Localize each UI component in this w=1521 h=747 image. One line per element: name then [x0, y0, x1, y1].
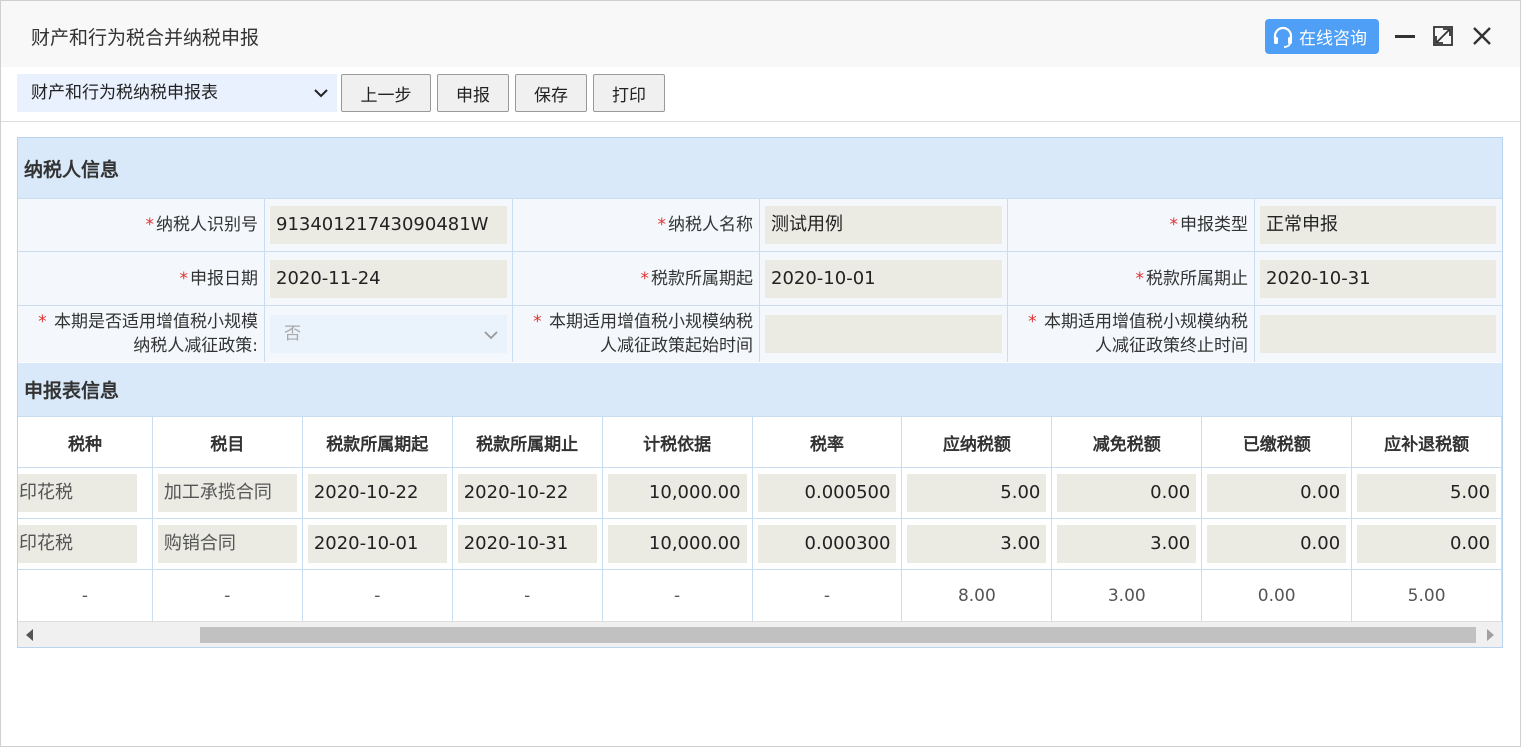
title-bar: 财产和行为税合并纳税申报 在线咨询	[1, 1, 1520, 67]
close-button[interactable]	[1469, 23, 1495, 49]
chevron-down-icon	[484, 331, 498, 340]
tax-paid-cell: 0.00	[1207, 525, 1347, 563]
scroll-left-icon[interactable]	[26, 629, 33, 641]
toolbar: 财产和行为税纳税申报表 上一步 申报 保存 打印	[1, 67, 1520, 122]
taxpayer-name-label: * 纳税人名称	[513, 199, 760, 251]
total-cell: -	[303, 570, 453, 621]
totals-row: - - - - - - 8.00 3.00 0.00 5.00	[18, 569, 1502, 621]
total-cell: 8.00	[902, 570, 1053, 621]
period-start-cell: 2020-10-01	[307, 525, 447, 563]
minimize-button[interactable]	[1392, 23, 1418, 49]
tax-payable-cell: 5.00	[907, 474, 1047, 512]
save-button[interactable]: 保存	[515, 74, 587, 112]
scroll-right-icon[interactable]	[1487, 629, 1494, 641]
policy-end-field	[1260, 315, 1496, 353]
taxpayer-name-field: 测试用例	[765, 206, 1002, 244]
table-row: 印花税 购销合同 2020-10-01 2020-10-31 10,000.00…	[18, 518, 1502, 569]
total-cell: 5.00	[1352, 570, 1502, 621]
window-title: 财产和行为税合并纳税申报	[31, 27, 260, 49]
declaration-date-label: * 申报日期	[18, 252, 265, 305]
small-scale-policy-label: * 本期是否适用增值税小规模 纳税人减征政策:	[18, 306, 265, 362]
tax-paid-cell: 0.00	[1207, 474, 1347, 512]
total-cell: -	[753, 570, 903, 621]
column-header: 减免税额	[1052, 417, 1203, 467]
tax-basis-cell: 10,000.00	[607, 474, 747, 512]
table-header-row: 税种 税目 税款所属期起 税款所属期止 计税依据 税率 应纳税额 减免税额 已缴…	[18, 416, 1502, 467]
column-header: 税率	[753, 417, 903, 467]
minimize-icon	[1395, 35, 1415, 38]
tax-type-cell: 印花税	[18, 525, 137, 563]
online-consult-label: 在线咨询	[1299, 29, 1367, 49]
form-type-select-value: 财产和行为税纳税申报表	[31, 83, 218, 103]
column-header: 税目	[153, 417, 303, 467]
tax-due-cell: 0.00	[1357, 525, 1497, 563]
form-type-select[interactable]: 财产和行为税纳税申报表	[17, 74, 337, 112]
policy-start-field	[765, 315, 1002, 353]
period-end-label: * 税款所属期止	[1008, 252, 1255, 305]
tax-item-cell: 购销合同	[157, 525, 297, 563]
tax-id-label: * 纳税人识别号	[18, 199, 265, 251]
tax-reduction-cell: 0.00	[1057, 474, 1197, 512]
policy-end-label: * 本期适用增值税小规模纳税 人减征政策终止时间	[1008, 306, 1255, 362]
print-button[interactable]: 打印	[593, 74, 665, 112]
column-header: 应纳税额	[902, 417, 1053, 467]
tax-rate-cell: 0.000500	[757, 474, 897, 512]
period-end-cell: 2020-10-22	[457, 474, 597, 512]
column-header: 税种	[18, 417, 153, 467]
declaration-section-header: 申报表信息	[18, 363, 1502, 416]
taxpayer-row-3: * 本期是否适用增值税小规模 纳税人减征政策: 否 * 本期适用增值税小规模纳税…	[18, 305, 1502, 362]
policy-start-label: * 本期适用增值税小规模纳税 人减征政策起始时间	[513, 306, 760, 362]
horizontal-scrollbar[interactable]	[18, 621, 1502, 647]
declaration-date-field: 2020-11-24	[270, 259, 507, 298]
period-end-cell: 2020-10-31	[457, 525, 597, 563]
close-icon	[1473, 27, 1491, 45]
small-scale-policy-select[interactable]: 否	[270, 315, 507, 353]
tax-item-cell: 加工承揽合同	[157, 474, 297, 512]
chevron-down-icon	[314, 89, 328, 98]
period-start-label: * 税款所属期起	[513, 252, 760, 305]
column-header: 税款所属期止	[453, 417, 603, 467]
tax-reduction-cell: 3.00	[1057, 525, 1197, 563]
tax-payable-cell: 3.00	[907, 525, 1047, 563]
declare-button[interactable]: 申报	[437, 74, 509, 112]
tax-due-cell: 5.00	[1357, 474, 1497, 512]
maximize-icon	[1433, 26, 1453, 46]
tax-type-cell: 印花税	[18, 474, 137, 512]
declaration-type-label: * 申报类型	[1008, 199, 1255, 251]
total-cell: -	[453, 570, 603, 621]
column-header: 已缴税额	[1202, 417, 1353, 467]
period-end-field: 2020-10-31	[1260, 259, 1496, 298]
maximize-button[interactable]	[1430, 23, 1456, 49]
declaration-type-field: 正常申报	[1260, 206, 1496, 244]
total-cell: -	[153, 570, 303, 621]
online-consult-button[interactable]: 在线咨询	[1265, 19, 1379, 54]
column-header: 应补退税额	[1352, 417, 1502, 467]
taxpayer-section-header: 纳税人信息	[18, 138, 1502, 198]
tax-rate-cell: 0.000300	[757, 525, 897, 563]
total-cell: -	[18, 570, 153, 621]
total-cell: 0.00	[1202, 570, 1353, 621]
taxpayer-row-2: * 申报日期 2020-11-24 * 税款所属期起 2020-10-01 * 税款所…	[18, 251, 1502, 305]
scrollbar-thumb[interactable]	[200, 627, 1476, 643]
taxpayer-row-1: * 纳税人识别号 91340121743090481W * 纳税人名称 测试用例 *…	[18, 198, 1502, 251]
period-start-field: 2020-10-01	[765, 259, 1002, 298]
table-row: 印花税 加工承揽合同 2020-10-22 2020-10-22 10,000.…	[18, 467, 1502, 518]
declaration-table: 税种 税目 税款所属期起 税款所属期止 计税依据 税率 应纳税额 减免税额 已缴…	[18, 416, 1502, 621]
tax-basis-cell: 10,000.00	[607, 525, 747, 563]
total-cell: -	[603, 570, 753, 621]
headset-icon	[1273, 26, 1293, 48]
column-header: 税款所属期起	[303, 417, 453, 467]
column-header: 计税依据	[603, 417, 753, 467]
form-panel: 纳税人信息 * 纳税人识别号 91340121743090481W * 纳税人名称 …	[17, 137, 1503, 648]
previous-step-button[interactable]: 上一步	[341, 74, 431, 112]
dialog-window: 财产和行为税合并纳税申报 在线咨询 财产和行为税纳税申报表 上一步 申报 保存 …	[0, 0, 1521, 747]
total-cell: 3.00	[1052, 570, 1203, 621]
period-start-cell: 2020-10-22	[307, 474, 447, 512]
tax-id-field: 91340121743090481W	[270, 206, 507, 244]
